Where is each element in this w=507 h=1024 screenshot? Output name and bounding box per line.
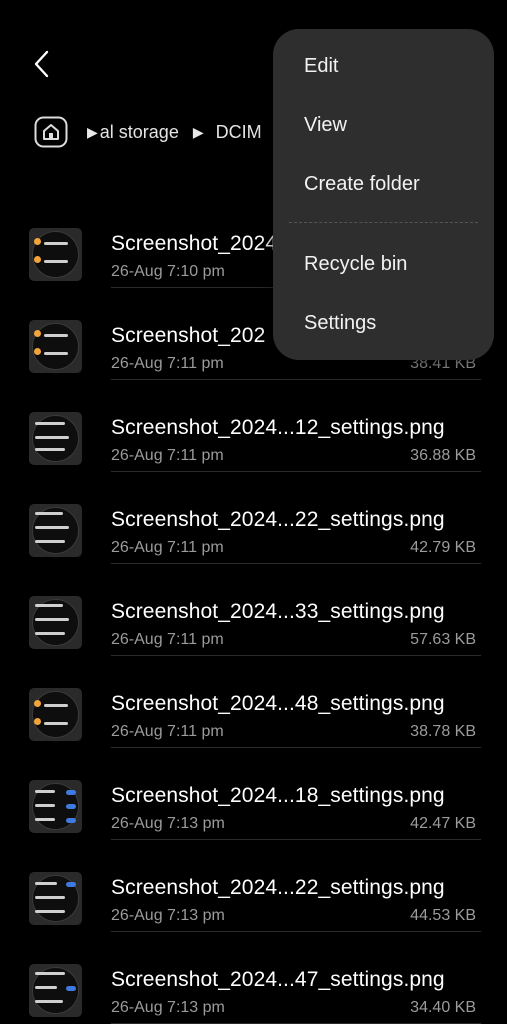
file-row[interactable]: Screenshot_2024...22_settings.png 26-Aug … xyxy=(0,840,507,932)
chevron-left-icon xyxy=(34,50,49,78)
file-size: 42.79 KB xyxy=(410,539,476,556)
file-date: 26-Aug 7:11 pm xyxy=(111,723,224,740)
file-size: 38.78 KB xyxy=(410,723,476,740)
file-thumbnail xyxy=(29,872,82,925)
file-date: 26-Aug 7:11 pm xyxy=(111,355,224,372)
menu-divider xyxy=(289,222,478,223)
file-name: Screenshot_202 xyxy=(111,324,266,347)
home-button[interactable] xyxy=(33,115,69,149)
file-thumbnail xyxy=(29,228,82,281)
file-thumbnail xyxy=(29,596,82,649)
file-row[interactable]: Screenshot_2024...48_settings.png 26-Aug … xyxy=(0,656,507,748)
file-name: Screenshot_2024...22_settings.png xyxy=(111,876,445,899)
file-name: Screenshot_2024...47_settings.png xyxy=(111,968,445,991)
menu-item-recycle-bin[interactable]: Recycle bin xyxy=(304,253,407,276)
file-size: 44.53 KB xyxy=(410,907,476,924)
menu-item-edit[interactable]: Edit xyxy=(304,55,338,78)
crumb-arrow-icon: ▶ xyxy=(87,123,98,140)
file-thumbnail xyxy=(29,412,82,465)
breadcrumb-item-dcim[interactable]: DCIM xyxy=(216,122,262,143)
file-row[interactable]: Screenshot_2024...22_settings.png 26-Aug … xyxy=(0,472,507,564)
file-date: 26-Aug 7:11 pm xyxy=(111,631,224,648)
menu-item-create-folder[interactable]: Create folder xyxy=(304,173,420,196)
file-row[interactable]: Screenshot_2024...18_settings.png 26-Aug … xyxy=(0,748,507,840)
menu-item-view[interactable]: View xyxy=(304,114,347,137)
file-size: 57.63 KB xyxy=(410,631,476,648)
file-name: Screenshot_2024...33_settings.png xyxy=(111,600,445,623)
file-size: 42.47 KB xyxy=(410,815,476,832)
file-name: Screenshot_2024...18_settings.png xyxy=(111,784,445,807)
file-date: 26-Aug 7:13 pm xyxy=(111,907,225,924)
breadcrumb: ▶ al storage ▶ DCIM ▶ xyxy=(33,114,288,150)
file-date: 26-Aug 7:13 pm xyxy=(111,815,225,832)
breadcrumb-item-storage[interactable]: al storage xyxy=(100,122,179,143)
file-thumbnail xyxy=(29,504,82,557)
file-size: 34.40 KB xyxy=(410,999,476,1016)
file-row[interactable]: Screenshot_2024...33_settings.png 26-Aug … xyxy=(0,564,507,656)
menu-item-settings[interactable]: Settings xyxy=(304,312,376,335)
file-thumbnail xyxy=(29,688,82,741)
file-name: Screenshot_2024...48_settings.png xyxy=(111,692,445,715)
file-name: Screenshot_2024 xyxy=(111,232,278,255)
file-size: 36.88 KB xyxy=(410,447,476,464)
file-thumbnail xyxy=(29,780,82,833)
back-button[interactable] xyxy=(24,44,60,84)
file-row[interactable]: Screenshot_2024...12_settings.png 26-Aug … xyxy=(0,380,507,472)
crumb-arrow-icon: ▶ xyxy=(192,123,204,140)
file-thumbnail xyxy=(29,320,82,373)
file-date: 26-Aug 7:11 pm xyxy=(111,539,224,556)
file-row[interactable]: Screenshot_2024...47_settings.png 26-Aug … xyxy=(0,932,507,1024)
file-thumbnail xyxy=(29,964,82,1017)
file-name: Screenshot_2024...22_settings.png xyxy=(111,508,445,531)
home-icon xyxy=(34,116,68,148)
file-date: 26-Aug 7:13 pm xyxy=(111,999,225,1016)
file-date: 26-Aug 7:11 pm xyxy=(111,447,224,464)
overflow-menu: Edit View Create folder Recycle bin Sett… xyxy=(273,29,494,360)
file-name: Screenshot_2024...12_settings.png xyxy=(111,416,445,439)
file-date: 26-Aug 7:10 pm xyxy=(111,263,225,280)
